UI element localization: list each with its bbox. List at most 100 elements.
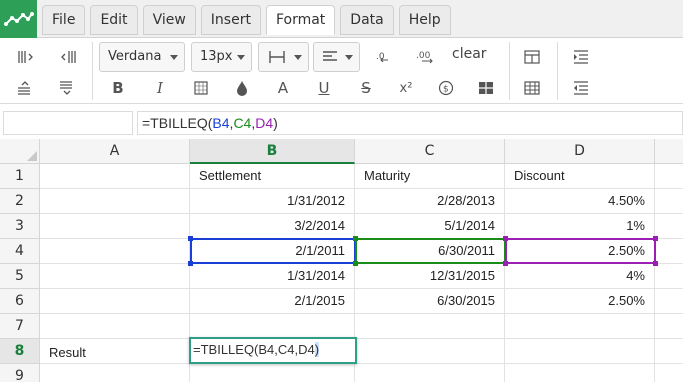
formula-bar: =TBILLEQ(B4,C4,D4) [0, 111, 683, 137]
cell-a4[interactable] [40, 239, 190, 264]
insert-column-right-icon[interactable] [56, 47, 80, 67]
cell-d7[interactable] [505, 314, 655, 339]
row-header-7[interactable]: 7 [0, 314, 40, 339]
cell-d4[interactable]: 2.50% [505, 239, 655, 264]
row-header-9[interactable]: 9 [0, 364, 40, 382]
cell-c7[interactable] [355, 314, 505, 339]
cell-a6[interactable] [40, 289, 190, 314]
cell-a1[interactable] [40, 164, 190, 189]
cell-c2[interactable]: 2/28/2013 [355, 189, 505, 214]
align-dropdown[interactable] [313, 42, 360, 72]
cell-c5[interactable]: 12/31/2015 [355, 264, 505, 289]
cell-a2[interactable] [40, 189, 190, 214]
cell-a3[interactable] [40, 214, 190, 239]
number-format-icon[interactable] [474, 78, 498, 98]
underline-button[interactable]: U [312, 78, 336, 98]
borders-dropdown[interactable] [258, 42, 309, 72]
insert-row-below-icon[interactable] [56, 78, 80, 98]
cell-e7[interactable] [655, 314, 683, 339]
table-grid-icon[interactable] [520, 78, 544, 98]
paint-drop-icon[interactable] [230, 78, 254, 98]
superscript-button[interactable]: x² [394, 78, 418, 98]
merge-cells-icon[interactable] [520, 47, 544, 67]
insert-column-left-icon[interactable] [14, 47, 38, 67]
cell-b7[interactable] [190, 314, 355, 339]
row-header-6[interactable]: 6 [0, 289, 40, 314]
cell-d1[interactable]: Discount [505, 164, 655, 189]
row-header-1[interactable]: 1 [0, 164, 40, 189]
cell-editor-b8[interactable]: =TBILLEQ(B4,C4,D4) [189, 337, 357, 364]
cell-c4[interactable]: 6/30/2011 [355, 239, 505, 264]
chevron-down-icon [345, 55, 353, 60]
cell-e8[interactable] [655, 339, 683, 364]
font-size-value: 13px [200, 49, 233, 64]
currency-icon[interactable]: $ [434, 78, 458, 98]
cell-a8[interactable]: Result [40, 339, 190, 364]
menu-file[interactable]: File [42, 5, 86, 35]
cell-b4[interactable]: 2/1/2011 [190, 239, 355, 264]
cell-d6[interactable]: 2.50% [505, 289, 655, 314]
menu-data[interactable]: Data [340, 5, 394, 35]
cell-e1[interactable] [655, 164, 683, 189]
menu-insert[interactable]: Insert [200, 5, 261, 35]
row-header-2[interactable]: 2 [0, 189, 40, 214]
row-header-5[interactable]: 5 [0, 264, 40, 289]
chevron-down-icon [170, 55, 178, 60]
cell-a5[interactable] [40, 264, 190, 289]
cell-b6[interactable]: 2/1/2015 [190, 289, 355, 314]
cell-e3[interactable] [655, 214, 683, 239]
cell-d5[interactable]: 4% [505, 264, 655, 289]
cell-e2[interactable] [655, 189, 683, 214]
bold-button[interactable]: B [106, 78, 130, 98]
cell-d9[interactable] [505, 364, 655, 382]
row-header-8[interactable]: 8 [0, 339, 40, 364]
italic-button[interactable]: I [148, 78, 172, 98]
clear-button[interactable]: clear [452, 46, 487, 62]
format-toolbar: Verdana 13px .0 .00 clear B I A U S x² $ [0, 38, 683, 104]
formula-input[interactable]: =TBILLEQ(B4,C4,D4) [137, 111, 683, 135]
cell-b9[interactable] [190, 364, 355, 382]
cell-d3[interactable]: 1% [505, 214, 655, 239]
cell-b3[interactable]: 3/2/2014 [190, 214, 355, 239]
name-box[interactable] [3, 111, 133, 135]
menu-edit[interactable]: Edit [90, 5, 138, 35]
cell-b2[interactable]: 1/31/2012 [190, 189, 355, 214]
column-header-d[interactable]: D [505, 139, 655, 164]
cell-e5[interactable] [655, 264, 683, 289]
cell-c1[interactable]: Maturity [355, 164, 505, 189]
cell-d8[interactable] [505, 339, 655, 364]
cell-e6[interactable] [655, 289, 683, 314]
column-header-e[interactable] [655, 139, 683, 164]
row-header-4[interactable]: 4 [0, 239, 40, 264]
formula-arg-b4: B4 [212, 115, 230, 131]
indent-icon[interactable] [569, 47, 593, 67]
menu-view[interactable]: View [142, 5, 196, 35]
cell-a9[interactable] [40, 364, 190, 382]
column-header-a[interactable]: A [40, 139, 190, 164]
cell-c3[interactable]: 5/1/2014 [355, 214, 505, 239]
text-color-button[interactable]: A [271, 78, 295, 98]
cell-a7[interactable] [40, 314, 190, 339]
strikethrough-button[interactable]: S [354, 78, 378, 98]
column-header-b[interactable]: B [190, 139, 355, 164]
font-family-dropdown[interactable]: Verdana [99, 42, 185, 72]
cell-c8[interactable] [355, 339, 505, 364]
outdent-icon[interactable] [569, 78, 593, 98]
cell-c9[interactable] [355, 364, 505, 382]
cell-e9[interactable] [655, 364, 683, 382]
cell-d2[interactable]: 4.50% [505, 189, 655, 214]
fill-color-icon[interactable] [189, 78, 213, 98]
font-size-dropdown[interactable]: 13px [191, 42, 252, 72]
cell-b1[interactable]: Settlement [190, 164, 355, 189]
insert-row-above-icon[interactable] [14, 78, 38, 98]
increase-decimal-icon[interactable]: .00 [414, 47, 438, 67]
cell-c6[interactable]: 6/30/2015 [355, 289, 505, 314]
menu-help[interactable]: Help [398, 5, 451, 35]
cell-e4[interactable] [655, 239, 683, 264]
column-header-c[interactable]: C [355, 139, 505, 164]
menu-format[interactable]: Format [265, 5, 336, 35]
decrease-decimal-icon[interactable]: .0 [372, 47, 396, 67]
cell-b5[interactable]: 1/31/2014 [190, 264, 355, 289]
row-header-3[interactable]: 3 [0, 214, 40, 239]
select-all-corner[interactable] [0, 139, 40, 164]
